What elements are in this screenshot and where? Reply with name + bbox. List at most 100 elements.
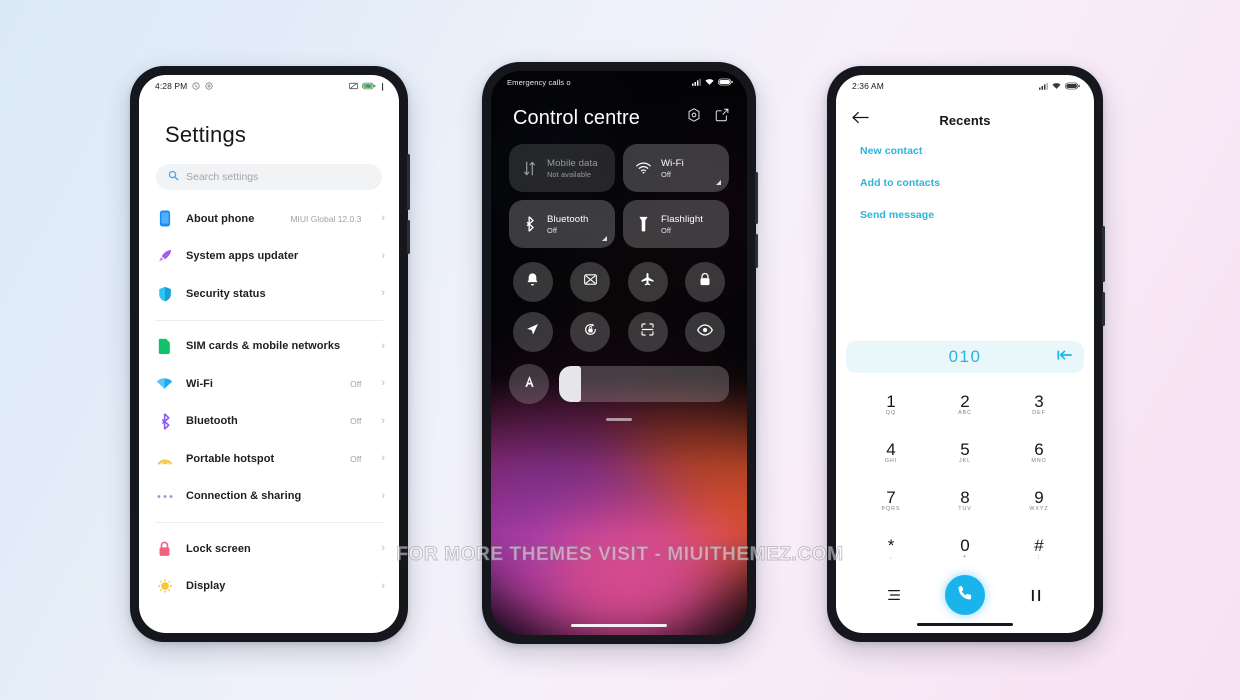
key-digit: 4 [886,440,896,460]
brightness-fill [559,366,581,402]
toggle-scan[interactable] [627,312,668,352]
chevron-right-icon: › [381,249,385,262]
row-label: System apps updater [186,250,299,263]
settings-row-connection-sharing[interactable]: Connection & sharing › [139,478,399,516]
backspace-icon[interactable] [1057,348,1072,366]
chevron-right-icon: › [381,339,385,352]
dialpad-key-7[interactable]: 7 PQRS [854,477,928,525]
chevron-right-icon: › [381,414,385,427]
dialpad-key-8[interactable]: 8 TUV [928,477,1002,525]
dialed-number: 010 [948,347,982,366]
settings-row-sim-cards[interactable]: SIM cards & mobile networks › [139,328,399,366]
settings-row-system-apps-updater[interactable]: System apps updater › [139,238,399,276]
dialed-number-field[interactable]: 010 [846,341,1084,373]
phone1-screen: 4:28 PM 76 Settings Search settings Abou… [139,75,399,633]
settings-row-bluetooth[interactable]: Bluetooth Off › [139,403,399,441]
volume-button[interactable] [1102,226,1105,282]
screenshot-icon [583,272,598,292]
data-transfer-icon [520,161,538,176]
search-icon [168,168,179,186]
key-letters: ; [1037,554,1041,561]
toggle-auto-brightness[interactable] [509,364,549,404]
dialpad-key-2[interactable]: 2 ABC [928,381,1002,429]
dialpad-key-4[interactable]: 4 GHI [854,429,928,477]
toggle-auto-rotate[interactable] [570,312,611,352]
row-value: Off [350,378,362,389]
expand-corner-icon[interactable] [716,180,721,185]
tile-flashlight[interactable]: Flashlight Off [623,200,729,248]
dialpad-key-0[interactable]: 0 + [928,525,1002,573]
tile-bluetooth[interactable]: Bluetooth Off [509,200,615,248]
dialpad-key-9[interactable]: 9 WXYZ [1002,477,1076,525]
location-icon [525,322,540,342]
key-digit: 3 [1034,392,1044,412]
settings-row-lock-screen[interactable]: Lock screen › [139,530,399,568]
edit-square-icon[interactable] [715,108,729,127]
toggle-location[interactable] [512,312,553,352]
key-letters: JKL [959,458,971,465]
key-letters: + [962,554,968,561]
rocket-icon [155,247,174,266]
action-send-message[interactable]: Send message [860,209,1094,221]
volume-button[interactable] [407,154,410,210]
row-value: Off [350,453,362,464]
key-letters: WXYZ [1029,506,1049,513]
row-label: Bluetooth [186,415,238,428]
brightness-slider[interactable] [559,366,729,402]
power-button[interactable] [1102,292,1105,326]
drag-handle[interactable] [606,418,632,421]
power-button[interactable] [407,220,410,254]
key-letters: PQRS [881,506,901,513]
expand-corner-icon[interactable] [602,236,607,241]
search-input[interactable]: Search settings [156,164,382,190]
key-digit: 5 [960,440,970,460]
bluetooth-icon [155,412,174,431]
tile-status: Off [661,225,672,235]
action-new-contact[interactable]: New contact [860,145,1094,157]
tile-wifi[interactable]: Wi-Fi Off [623,144,729,192]
home-indicator[interactable] [917,623,1013,626]
dialpad-key-6[interactable]: 6 MNO [1002,429,1076,477]
settings-hex-icon[interactable] [687,108,701,127]
toggle-reading-mode[interactable] [685,312,726,352]
signal-bars-icon [692,78,701,86]
list-divider [155,319,383,321]
pause-icon[interactable] [1001,589,1072,602]
settings-row-display[interactable]: Display › [139,568,399,606]
auto-brightness-icon [522,374,537,394]
list-divider [155,522,383,523]
toggle-screenshot[interactable] [570,262,611,302]
settings-row-wifi[interactable]: Wi-Fi Off › [139,365,399,403]
home-indicator[interactable] [571,624,667,627]
tile-mobile-data[interactable]: Mobile data Not available [509,144,615,192]
settings-row-security-status[interactable]: Security status › [139,275,399,313]
dialer-actions: New contact Add to contacts Send message [836,131,1094,221]
toggle-lock[interactable] [685,262,726,302]
key-digit: 6 [1034,440,1044,460]
chevron-right-icon: › [381,212,385,225]
menu-icon[interactable] [858,589,929,601]
dialpad-key-star[interactable]: *, [854,525,928,573]
settings-row-about-phone[interactable]: About phone MIUI Global 12.0.3 › [139,200,399,238]
power-button[interactable] [755,234,758,268]
key-digit: # [1034,536,1044,556]
carrier-label: Emergency calls o [507,77,571,87]
row-label: Security status [186,287,266,300]
row-label: Lock screen [186,542,251,555]
status-time: 4:28 PM [155,81,188,91]
settings-row-portable-hotspot[interactable]: Portable hotspot Off › [139,440,399,478]
toggle-silent[interactable] [512,262,553,302]
dialpad-key-hash[interactable]: #; [1002,525,1076,573]
phone-device-settings: 4:28 PM 76 Settings Search settings Abou… [130,66,410,642]
page-title: Control centre [513,107,641,129]
dialpad-key-5[interactable]: 5 JKL [928,429,1002,477]
call-button[interactable] [944,575,985,615]
volume-button[interactable] [755,172,758,224]
action-add-to-contacts[interactable]: Add to contacts [860,177,1094,189]
dialpad-key-1[interactable]: 1 QQ [854,381,928,429]
dialpad-key-3[interactable]: 3 DEF [1002,381,1076,429]
key-digit: 2 [960,392,970,412]
page-title: Recents [939,112,991,128]
signal-bars-icon [380,82,385,91]
toggle-airplane-mode[interactable] [627,262,668,302]
